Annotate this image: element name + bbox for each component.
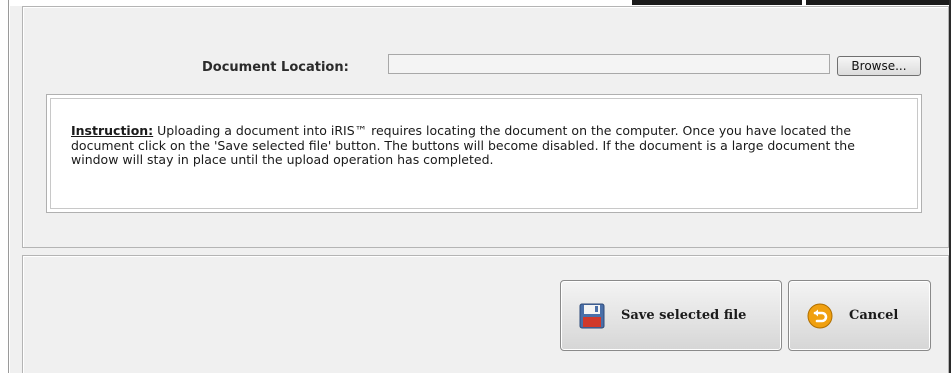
- window-left-edge: [0, 0, 10, 373]
- document-location-label: Document Location:: [202, 60, 349, 75]
- document-location-field[interactable]: [388, 54, 830, 74]
- floppy-disk-icon: [579, 303, 605, 329]
- cancel-label: Cancel: [849, 308, 899, 323]
- instruction-body: Uploading a document into iRIS™ requires…: [71, 123, 855, 167]
- save-selected-file-label: Save selected file: [621, 308, 747, 323]
- background-window-bar: [632, 0, 802, 5]
- instruction-box: Instruction: Uploading a document into i…: [46, 94, 922, 213]
- cancel-button[interactable]: Cancel: [788, 280, 931, 351]
- instruction-text: Instruction: Uploading a document into i…: [71, 123, 901, 168]
- instruction-heading: Instruction:: [71, 123, 154, 138]
- undo-arrow-icon: [807, 303, 833, 329]
- background-window-bar: [806, 0, 951, 5]
- save-selected-file-button[interactable]: Save selected file: [560, 280, 782, 351]
- browse-button[interactable]: Browse...: [837, 56, 921, 76]
